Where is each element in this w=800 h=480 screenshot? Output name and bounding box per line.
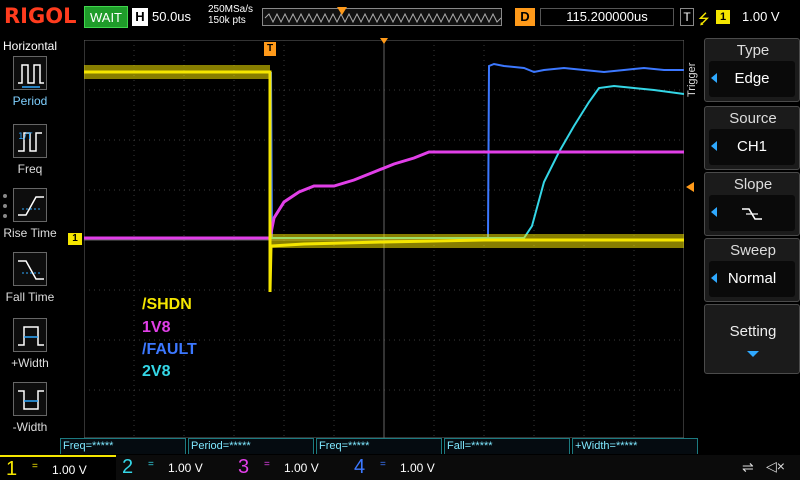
waveform-display[interactable]: T /SHDN 1V8 /FAULT 2V8	[84, 38, 684, 438]
measure-negative-width-label: -Width	[12, 420, 48, 434]
channel-number: 2	[122, 456, 134, 478]
measure-rise-time-label: Rise Time	[3, 226, 57, 240]
delay-readout[interactable]: 115.200000us	[540, 8, 674, 26]
trigger-source-title: Source	[729, 110, 777, 127]
negative-width-icon	[13, 382, 47, 416]
left-arrow-icon	[711, 207, 717, 217]
channel-number: 3	[238, 456, 250, 478]
trigger-setting-title: Setting	[729, 323, 777, 340]
trigger-slope-title: Slope	[733, 176, 773, 193]
measure-fall-time-label: Fall Time	[5, 290, 55, 304]
measurement-result[interactable]: +Width=*****	[572, 438, 698, 454]
frequency-icon: 1/T	[13, 124, 47, 158]
left-arrow-icon	[711, 73, 717, 83]
trigger-source-value: CH1	[709, 129, 795, 165]
center-marker-icon	[380, 38, 388, 44]
dc-coupling-icon: =	[32, 461, 38, 472]
chevron-down-icon	[747, 351, 759, 357]
measurement-result[interactable]: Freq=*****	[316, 438, 442, 454]
fall-time-icon	[13, 252, 47, 286]
trigger-slope-button[interactable]: Slope	[704, 172, 800, 236]
measure-positive-width-button[interactable]: +Width	[0, 318, 60, 380]
measure-negative-width-button[interactable]: -Width	[0, 382, 60, 444]
trigger-menu-tab: Trigger	[686, 62, 698, 98]
run-status-badge[interactable]: WAIT	[84, 6, 128, 28]
dc-coupling-icon: =	[148, 459, 154, 470]
trigger-edge-icon: ⭍	[698, 11, 710, 27]
speaker-muted-icon[interactable]: ◁×	[766, 458, 785, 475]
sidebar-title: Horizontal	[3, 39, 58, 53]
memory-wave-icon	[264, 12, 502, 24]
memory-overview-strip[interactable]	[262, 7, 502, 26]
positive-width-icon	[13, 318, 47, 352]
period-icon	[13, 56, 47, 90]
measurement-results-bar: Freq=***** Period=***** Freq=***** Fall=…	[60, 438, 700, 454]
sample-rate: 250MSa/s	[208, 4, 254, 15]
channel-2-button[interactable]: 2 = 1.00 V	[116, 455, 232, 480]
brand-logo: RIGOL	[4, 4, 77, 28]
measure-frequency-button[interactable]: 1/T Freq	[0, 124, 60, 186]
channel-4-button[interactable]: 4 = 1.00 V	[348, 455, 464, 480]
trigger-position-marker-icon	[337, 7, 347, 15]
top-status-bar: RIGOL WAIT H 50.0us 250MSa/s 150k pts D …	[0, 0, 800, 36]
delay-chip: D	[515, 8, 535, 26]
left-arrow-icon	[711, 273, 717, 283]
channel-scale: 1.00 V	[168, 461, 203, 475]
legend-2v8: 2V8	[142, 363, 171, 380]
measure-sidebar: Horizontal Period 1/T Freq Rise Time Fal…	[0, 36, 60, 456]
dc-coupling-icon: =	[380, 459, 386, 470]
channel-number: 4	[354, 456, 366, 478]
measurement-result[interactable]: Fall=*****	[444, 438, 570, 454]
ch1-level-marker[interactable]: 1	[68, 233, 82, 245]
trigger-menu: Type Edge Source CH1 Slope Sweep Normal …	[704, 38, 800, 438]
rise-time-icon	[13, 188, 47, 222]
channel-scale: 1.00 V	[400, 461, 435, 475]
legend-fault: /FAULT	[142, 341, 197, 358]
trigger-level-marker-icon[interactable]	[686, 182, 694, 192]
rising-edge-icon	[742, 208, 762, 220]
legend-shdn: /SHDN	[142, 296, 192, 313]
channel-scale: 1.00 V	[52, 463, 87, 477]
svg-text:1/T: 1/T	[18, 132, 33, 142]
timebase-readout[interactable]: 50.0us	[152, 9, 191, 24]
trigger-type-value: Edge	[709, 61, 795, 97]
horizontal-chip: H	[132, 8, 148, 26]
trigger-source-button[interactable]: Source CH1	[704, 106, 800, 170]
legend-1v8: 1V8	[142, 319, 171, 336]
channel-3-button[interactable]: 3 = 1.00 V	[232, 455, 348, 480]
measure-period-label: Period	[12, 94, 48, 108]
trigger-chip: T	[680, 8, 694, 26]
trigger-source-badge: 1	[716, 10, 730, 24]
measure-positive-width-label: +Width	[11, 356, 49, 370]
measurement-result[interactable]: Freq=*****	[60, 438, 186, 454]
measure-rise-time-button[interactable]: Rise Time	[0, 188, 60, 250]
trigger-type-title: Type	[736, 42, 770, 59]
trigger-sweep-title: Sweep	[730, 242, 776, 259]
trigger-slope-value	[709, 195, 795, 231]
left-arrow-icon	[711, 141, 717, 151]
measure-frequency-label: Freq	[17, 162, 43, 176]
usb-icon: ⇌	[742, 459, 754, 475]
measure-period-button[interactable]: Period	[0, 56, 60, 118]
measure-fall-time-button[interactable]: Fall Time	[0, 252, 60, 314]
channel-scale: 1.00 V	[284, 461, 319, 475]
acquisition-info: 250MSa/s 150k pts	[208, 4, 253, 26]
trigger-sweep-value: Normal	[709, 261, 795, 297]
trigger-sweep-button[interactable]: Sweep Normal	[704, 238, 800, 302]
trigger-level-readout[interactable]: 1.00 V	[742, 9, 780, 24]
channel-number: 1	[6, 458, 18, 480]
trigger-setting-button[interactable]: Setting	[704, 304, 800, 374]
waveform-svg	[84, 40, 684, 438]
channel-bar: 1 = 1.00 V 2 = 1.00 V 3 = 1.00 V 4 = 1.0…	[0, 455, 800, 480]
trigger-position-marker[interactable]: T	[264, 42, 276, 56]
memory-depth: 150k pts	[208, 15, 246, 26]
measurement-result[interactable]: Period=*****	[188, 438, 314, 454]
channel-1-button[interactable]: 1 = 1.00 V	[0, 455, 116, 480]
trigger-type-button[interactable]: Type Edge	[704, 38, 800, 102]
dc-coupling-icon: =	[264, 459, 270, 470]
